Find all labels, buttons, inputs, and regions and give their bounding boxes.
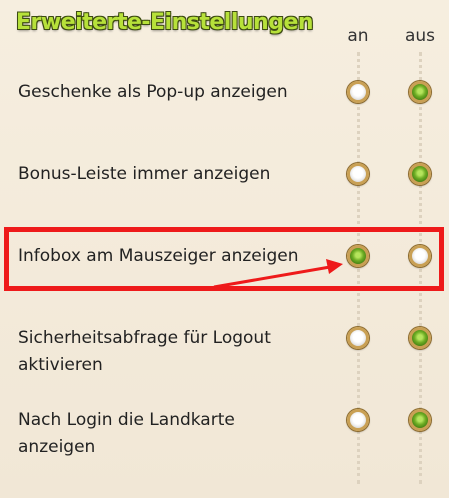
arrow-icon [213,259,343,289]
settings-panel: Erweiterte-Einstellungen an aus Geschenk… [0,0,449,498]
